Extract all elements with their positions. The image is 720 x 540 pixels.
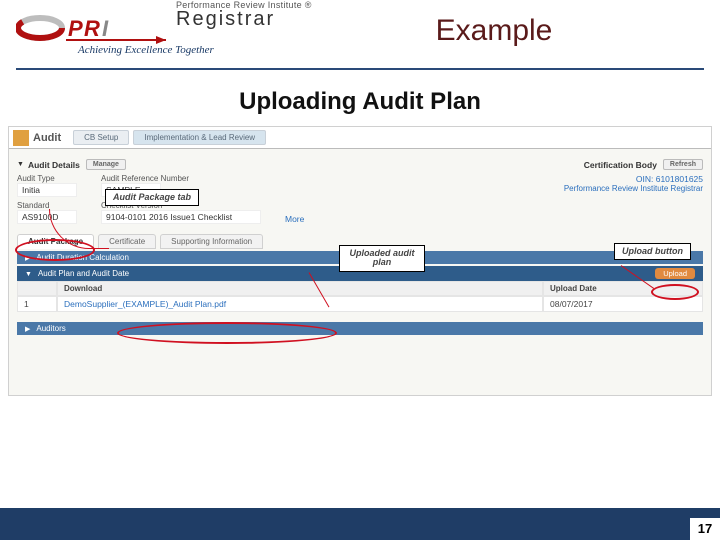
callout-upload-button: Upload button	[614, 243, 691, 260]
svg-text:I: I	[102, 16, 109, 41]
section-dur-label: Audit Duration Calculation	[36, 253, 129, 262]
tab-cb-setup[interactable]: CB Setup	[73, 130, 129, 145]
brand-tagline: Achieving Excellence Together	[78, 44, 214, 56]
audit-ref-label: Audit Reference Number	[101, 174, 189, 183]
page-number: 17	[690, 518, 720, 540]
callout-uploaded-plan: Uploaded audit plan	[339, 245, 425, 272]
row-date: 08/07/2017	[543, 296, 703, 312]
tab-supporting-info[interactable]: Supporting Information	[160, 234, 263, 249]
section-auditors[interactable]: ▶ Auditors	[17, 322, 703, 335]
svg-text:P: P	[68, 16, 83, 41]
svg-text:R: R	[84, 16, 100, 41]
audit-icon	[13, 130, 29, 146]
row-filename[interactable]: DemoSupplier_(EXAMPLE)_Audit Plan.pdf	[57, 296, 543, 312]
chevron-right-icon: ▶	[25, 255, 30, 262]
app-tab-bar: Audit CB Setup Implementation & Lead Rev…	[9, 127, 711, 149]
col-download: Download	[57, 281, 543, 296]
chevron-down-icon: ▼	[17, 161, 24, 168]
upload-table-row[interactable]: 1 DemoSupplier_(EXAMPLE)_Audit Plan.pdf …	[17, 296, 703, 312]
audit-details-heading: ▼ Audit Details Manage	[17, 159, 434, 170]
tab-impl-review[interactable]: Implementation & Lead Review	[133, 130, 266, 145]
cert-body-label: Certification Body	[584, 160, 657, 170]
brand-logo: P R I Performance Review Institute ® Reg…	[16, 6, 336, 62]
audit-type-value: Initia	[17, 183, 77, 197]
cert-body-heading: Certification Body Refresh	[442, 159, 703, 170]
more-link[interactable]: More	[285, 214, 304, 224]
chevron-right-icon: ▶	[25, 326, 30, 333]
audit-details-label: Audit Details	[28, 160, 80, 170]
cert-body-name[interactable]: Performance Review Institute Registrar	[442, 184, 703, 193]
slide-subtitle: Uploading Audit Plan	[0, 88, 720, 116]
header-divider	[16, 68, 704, 70]
app-title: Audit	[33, 132, 61, 144]
cert-body-oin[interactable]: OIN: 6101801625	[442, 174, 703, 184]
upload-table-header: Download Upload Date	[17, 281, 703, 296]
col-upload-date: Upload Date	[543, 281, 703, 296]
slide-footer-bar	[0, 508, 720, 540]
brand-main: Registrar	[176, 8, 275, 31]
screenshot-panel: Audit CB Setup Implementation & Lead Rev…	[8, 126, 712, 396]
chevron-down-icon: ▼	[25, 271, 32, 278]
slide-title: Example	[336, 6, 692, 48]
audit-type-label: Audit Type	[17, 174, 77, 183]
refresh-button[interactable]: Refresh	[663, 159, 703, 170]
upload-button[interactable]: Upload	[655, 268, 695, 279]
manage-button[interactable]: Manage	[86, 159, 126, 170]
pri-logo-icon: P R I	[16, 10, 166, 46]
callout-audit-package-tab: Audit Package tab	[105, 189, 199, 206]
checklist-ver-value: 9104-0101 2016 Issue1 Checklist	[101, 210, 261, 224]
row-number: 1	[17, 296, 57, 312]
section-plan-label: Audit Plan and Audit Date	[38, 269, 129, 278]
section-auditors-label: Auditors	[36, 324, 65, 333]
slide-header: P R I Performance Review Institute ® Reg…	[0, 0, 720, 62]
